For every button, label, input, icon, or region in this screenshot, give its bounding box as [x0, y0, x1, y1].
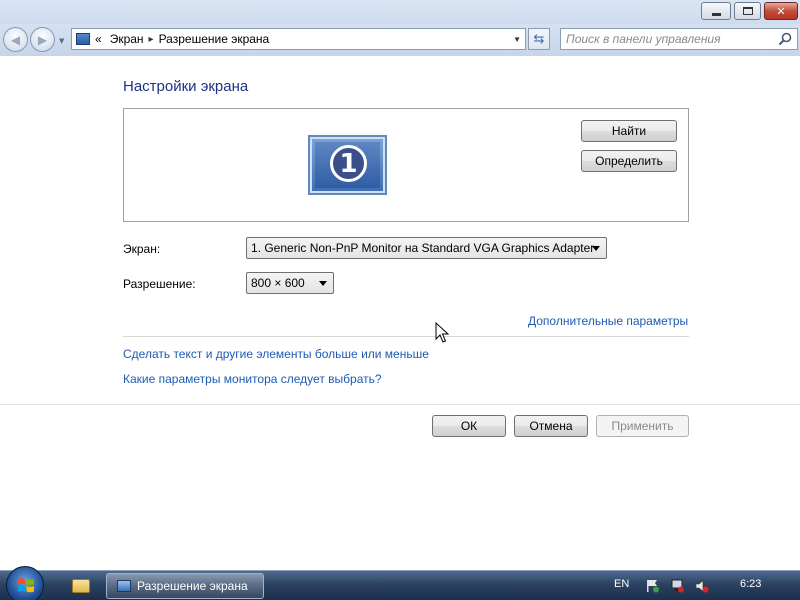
control-panel-icon: [76, 33, 90, 45]
network-icon[interactable]: [670, 579, 685, 593]
breadcrumb-overflow[interactable]: «: [95, 32, 102, 46]
screen-select-value: 1. Generic Non-PnP Monitor на Standard V…: [251, 241, 595, 255]
breadcrumb-item-resolution[interactable]: Разрешение экрана: [159, 32, 270, 46]
find-button[interactable]: Найти: [581, 120, 677, 142]
clock[interactable]: 6:23: [740, 578, 761, 590]
start-button[interactable]: [6, 566, 44, 600]
resolution-select[interactable]: 800 × 600: [246, 272, 334, 294]
forward-button[interactable]: ▶: [30, 27, 55, 52]
search-icon[interactable]: [778, 32, 792, 46]
mouse-pointer-icon: [435, 322, 449, 343]
maximize-icon: [735, 3, 760, 19]
page-title: Настройки экрана: [123, 78, 249, 95]
monitor-preview-area: 1 Найти Определить: [123, 108, 689, 222]
navigation-bar: ◀ ▶ ▼ « Экран ▸ Разрешение экрана ▼ ⇆: [0, 24, 800, 56]
monitor-help-link[interactable]: Какие параметры монитора следует выбрать…: [123, 372, 382, 386]
recent-pages-dropdown[interactable]: ▼: [59, 37, 64, 45]
minimize-icon: [702, 3, 730, 19]
taskbar: Разрешение экрана EN 6:23: [0, 566, 800, 600]
screen-label: Экран:: [123, 242, 161, 256]
arrow-right-icon: ▶: [37, 32, 48, 47]
chevron-down-icon: [319, 281, 327, 286]
language-indicator[interactable]: EN: [614, 578, 629, 590]
screen-select[interactable]: 1. Generic Non-PnP Monitor на Standard V…: [246, 237, 607, 259]
back-button[interactable]: ◀: [3, 27, 28, 52]
cancel-button[interactable]: Отмена: [514, 415, 588, 437]
refresh-button[interactable]: ⇆: [528, 28, 550, 50]
search-box: [560, 28, 798, 50]
advanced-settings-link[interactable]: Дополнительные параметры: [528, 314, 688, 328]
refresh-icon: ⇆: [533, 31, 545, 47]
action-center-flag-icon[interactable]: [645, 579, 660, 593]
chevron-down-icon: [592, 246, 600, 251]
folder-icon: [72, 579, 90, 593]
taskbar-item-screen-resolution[interactable]: Разрешение экрана: [106, 573, 264, 599]
text-size-link[interactable]: Сделать текст и другие элементы больше и…: [123, 347, 429, 361]
ok-button[interactable]: ОК: [432, 415, 506, 437]
volume-muted-icon[interactable]: [694, 579, 709, 593]
divider: [123, 336, 689, 337]
arrow-left-icon: ◀: [10, 32, 21, 47]
monitor-1-icon[interactable]: 1: [308, 135, 387, 195]
close-button[interactable]: ✕: [764, 2, 798, 20]
main-content: Настройки экрана 1 Найти Определить Экра…: [0, 56, 800, 570]
monitor-number: 1: [330, 145, 367, 182]
identify-button[interactable]: Определить: [581, 150, 677, 172]
maximize-button[interactable]: [734, 2, 761, 20]
monitor-icon: [117, 580, 131, 592]
resolution-label: Разрешение:: [123, 277, 196, 291]
explorer-taskbar-button[interactable]: [62, 574, 100, 598]
divider: [0, 404, 800, 405]
breadcrumb-separator-icon[interactable]: ▸: [149, 34, 154, 45]
title-bar: ✕: [0, 0, 800, 24]
desktop-window: ✕ ◀ ▶ ▼ « Экран ▸ Разрешение экрана ▼ ⇆: [0, 0, 800, 600]
taskbar-item-label: Разрешение экрана: [137, 579, 248, 593]
apply-button[interactable]: Применить: [596, 415, 689, 437]
minimize-button[interactable]: [701, 2, 731, 20]
search-input[interactable]: [566, 31, 771, 47]
address-bar[interactable]: « Экран ▸ Разрешение экрана ▼: [71, 28, 526, 50]
breadcrumb-item-screen[interactable]: Экран: [110, 32, 144, 46]
resolution-select-value: 800 × 600: [251, 276, 305, 290]
close-icon: ✕: [776, 4, 786, 18]
windows-logo-icon: [18, 578, 34, 593]
address-dropdown-icon[interactable]: ▼: [513, 35, 521, 44]
